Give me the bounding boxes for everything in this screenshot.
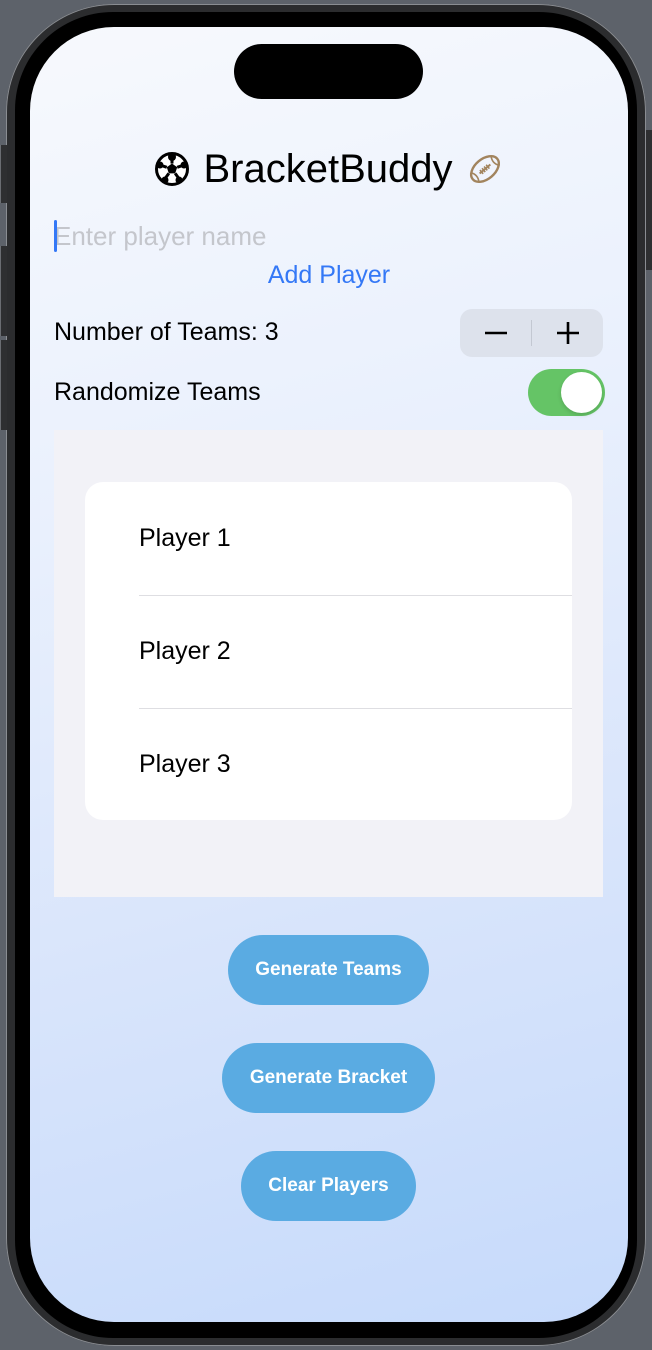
teams-stepper: [460, 309, 603, 357]
number-of-teams-label: Number of Teams: 3: [54, 318, 279, 346]
toggle-knob: [561, 372, 602, 413]
add-player-button[interactable]: Add Player: [30, 261, 628, 290]
decrement-teams-button[interactable]: [460, 309, 531, 357]
minus-icon: [484, 331, 507, 335]
generate-teams-button[interactable]: Generate Teams: [228, 935, 429, 1005]
generate-bracket-button[interactable]: Generate Bracket: [222, 1043, 435, 1113]
clear-players-button[interactable]: Clear Players: [241, 1151, 416, 1221]
player-name-field-container: [54, 219, 602, 253]
player-row[interactable]: Player 2: [85, 595, 572, 708]
player-row[interactable]: Player 1: [85, 482, 572, 595]
power-button: [646, 130, 652, 270]
volume-up-button: [0, 246, 7, 336]
players-list: Player 1 Player 2 Player 3: [54, 430, 603, 897]
randomize-teams-toggle[interactable]: [528, 369, 605, 416]
player-name: Player 1: [139, 524, 231, 552]
player-name: Player 2: [139, 637, 231, 665]
app-title: BracketBuddy: [203, 146, 453, 191]
action-button-side: [0, 145, 7, 203]
american-football-icon: [467, 151, 503, 187]
text-cursor: [54, 220, 57, 252]
soccer-ball-icon: [155, 152, 190, 186]
app-screen: BracketBuddy Add Player Number of Teams:…: [30, 27, 628, 1322]
volume-down-button: [0, 340, 7, 430]
randomize-teams-label: Randomize Teams: [54, 378, 261, 406]
player-name-input[interactable]: [54, 219, 602, 253]
dynamic-island: [234, 44, 423, 99]
app-header: BracketBuddy: [30, 141, 628, 197]
plus-icon: [556, 322, 579, 344]
increment-teams-button[interactable]: [532, 309, 603, 357]
players-list-section: Player 1 Player 2 Player 3: [85, 482, 572, 820]
player-row[interactable]: Player 3: [85, 708, 572, 820]
player-name: Player 3: [139, 750, 231, 778]
